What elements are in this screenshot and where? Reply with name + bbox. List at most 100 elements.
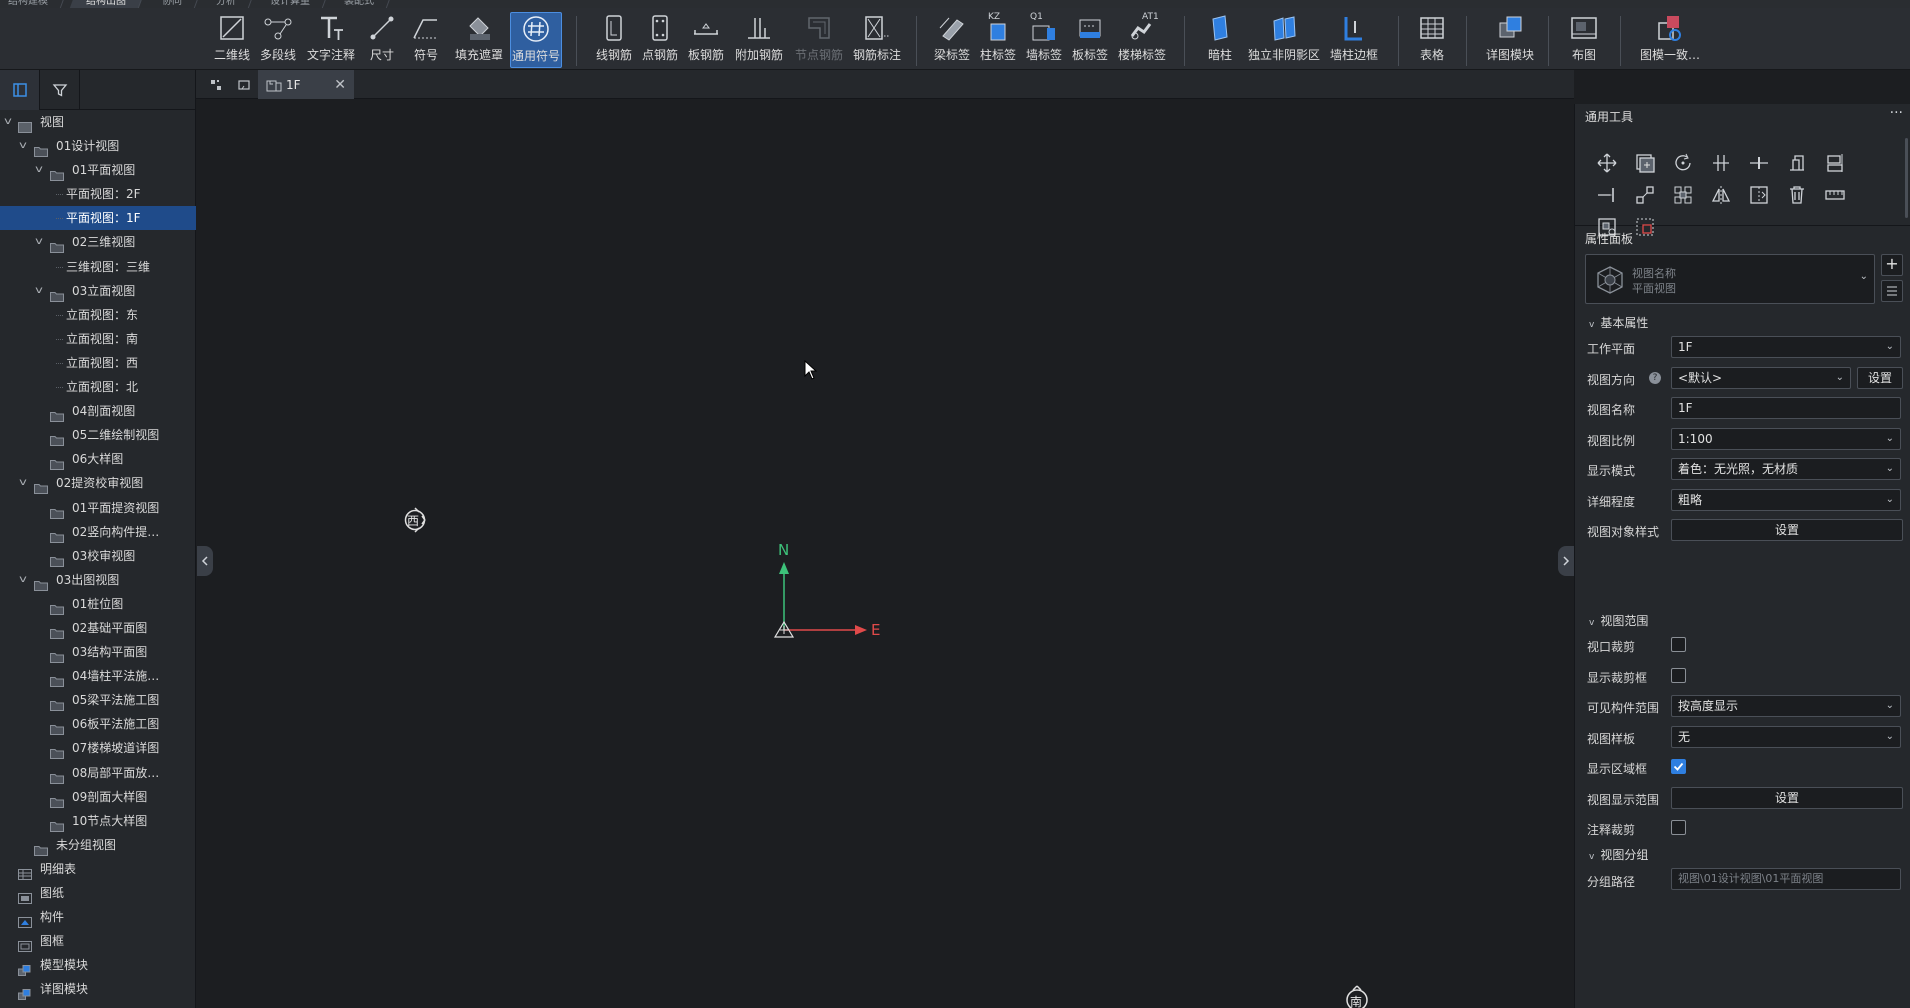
menu-tab-collaboration[interactable]: 协同 (145, 0, 200, 8)
help-icon[interactable]: ? (1649, 371, 1661, 384)
measure-tool-button[interactable] (1822, 182, 1848, 208)
additional-rebar-button[interactable]: 附加钢筋 (732, 12, 786, 68)
mirror-tool-button[interactable] (1708, 182, 1734, 208)
table-button[interactable]: 表格 (1410, 12, 1454, 68)
scale-tool-button[interactable] (1632, 182, 1658, 208)
prop-checkbox[interactable] (1671, 637, 1686, 652)
tree-item[interactable]: 立面视图：北 (0, 375, 196, 399)
wall-tag-button[interactable]: Q1 墙标签 (1022, 12, 1066, 68)
dimension-button[interactable]: 尺寸 (364, 12, 400, 68)
tree-item[interactable]: 09剖面大样图 (0, 785, 196, 809)
tree-item[interactable]: 07楼梯坡道详图 (0, 736, 196, 760)
menu-tab-design-quantity[interactable]: 设计算量 (253, 0, 328, 8)
prop-set-button[interactable]: 设置 (1671, 519, 1903, 541)
tree-item[interactable]: 三维视图：三维 (0, 255, 196, 279)
south-elevation-marker[interactable]: 南 (1341, 982, 1373, 1008)
tree-item[interactable]: 06板平法施工图 (0, 712, 196, 736)
tab-restore-button[interactable] (230, 70, 258, 99)
point-rebar-button[interactable]: 点钢筋 (640, 12, 680, 68)
mirror-copy-tool-button[interactable] (1746, 182, 1772, 208)
tree-item[interactable]: v 视图 (0, 110, 196, 134)
menu-tab-structure-drawing[interactable]: 结构出图 (69, 0, 144, 8)
node-rebar-button[interactable]: 节点钢筋 (792, 12, 846, 68)
tree-item[interactable]: 05二维绘制视图 (0, 423, 196, 447)
tree-item[interactable]: 未分组视图 (0, 833, 196, 857)
prop-select[interactable]: 粗略 ⌄ (1671, 488, 1901, 511)
trim-tool-button[interactable] (1822, 150, 1848, 176)
prop-checkbox[interactable] (1671, 667, 1686, 683)
tree-item[interactable]: 06大样图 (0, 447, 196, 471)
type-settings-button[interactable] (1881, 280, 1903, 302)
tree-item[interactable]: 04墙柱平法施… (0, 664, 196, 688)
left-panel-collapse-button[interactable] (197, 546, 213, 576)
tree-item[interactable]: v 02提资校审视图 (0, 471, 196, 495)
tools-scrollbar[interactable] (1905, 138, 1908, 218)
stair-tag-button[interactable]: AT1 楼梯标签 (1114, 12, 1170, 68)
west-elevation-marker[interactable]: 西 (402, 506, 430, 534)
slab-rebar-button[interactable]: 板钢筋 (686, 12, 726, 68)
tree-item[interactable]: 模型模块 (0, 953, 196, 977)
column-tag-button[interactable]: KZ 柱标签 (976, 12, 1020, 68)
tree-item[interactable]: 图纸 (0, 881, 196, 905)
view-type-selector[interactable]: 视图名称 平面视图 ⌄ (1585, 254, 1875, 304)
menu-tab-prefab[interactable]: 装配式 (327, 0, 392, 8)
basic-props-section-header[interactable]: v 基本属性 (1589, 314, 1648, 331)
prop-checkbox[interactable] (1671, 759, 1686, 774)
tree-item[interactable]: v 02三维视图 (0, 230, 196, 254)
chevron-down-icon[interactable]: v (35, 279, 43, 303)
prop-set-button[interactable]: 设置 (1857, 366, 1903, 389)
tree-item[interactable]: 04剖面视图 (0, 399, 196, 423)
chevron-down-icon[interactable]: v (19, 568, 27, 592)
drawing-canvas[interactable]: 西 南 N E (197, 100, 1574, 1008)
prop-checkbox[interactable] (1671, 820, 1686, 835)
prop-text-field[interactable]: 1F (1671, 397, 1901, 419)
right-panel-collapse-button[interactable] (1558, 546, 1574, 576)
menu-tab-analysis[interactable]: 分析 (199, 0, 254, 8)
filter-button[interactable] (40, 70, 80, 110)
wall-column-border-button[interactable]: 墙柱边框 (1326, 12, 1382, 68)
image-model-consistency-button[interactable]: 图模一致… (1634, 12, 1706, 68)
prop-select[interactable]: 无 ⌄ (1671, 725, 1901, 748)
extend-tool-button[interactable] (1594, 182, 1620, 208)
tree-item[interactable]: 10节点大样图 (0, 809, 196, 833)
tree-item[interactable]: 立面视图：东 (0, 303, 196, 327)
hidden-column-button[interactable]: 暗柱 (1200, 12, 1240, 68)
prop-select[interactable]: 1:100 ⌄ (1671, 427, 1901, 450)
offset-tool-button[interactable] (1708, 150, 1734, 176)
chevron-down-icon[interactable]: v (4, 110, 12, 134)
polyline-button[interactable]: 多段线 (258, 12, 298, 68)
tree-item[interactable]: 构件 (0, 905, 196, 929)
align-tool-button[interactable] (1784, 150, 1810, 176)
more-icon[interactable]: ··· (1890, 102, 1903, 124)
tree-item[interactable]: 图框 (0, 929, 196, 953)
tree-item[interactable]: v 03立面视图 (0, 279, 196, 303)
prop-select[interactable]: 按高度显示 ⌄ (1671, 695, 1901, 717)
tree-item[interactable]: v 03出图视图 (0, 568, 196, 592)
chevron-down-icon[interactable]: v (19, 471, 27, 495)
chevron-down-icon[interactable]: v (19, 134, 27, 158)
chevron-down-icon[interactable]: v (35, 158, 43, 182)
delete-tool-button[interactable] (1784, 182, 1810, 208)
prop-select[interactable]: <默认> ⌄ (1671, 366, 1851, 389)
tree-item[interactable]: v 01平面视图 (0, 158, 196, 182)
2d-line-button[interactable]: 二维线 (212, 12, 252, 68)
view-group-section-header[interactable]: v 视图分组 (1589, 846, 1648, 863)
tab-list-button[interactable] (202, 70, 230, 99)
tree-item[interactable]: 02竖向构件提… (0, 520, 196, 544)
non-shadow-area-button[interactable]: 独立非阴影区 (1246, 12, 1322, 68)
project-tree-tab[interactable] (0, 70, 40, 110)
beam-tag-button[interactable]: 梁标签 (930, 12, 974, 68)
menu-tab-structure-model[interactable]: 结构建模 (0, 0, 66, 8)
prop-select[interactable]: 着色：无光照，无材质 ⌄ (1671, 458, 1901, 480)
text-annotation-button[interactable]: 文字注释 (304, 12, 358, 68)
rebar-annotation-button[interactable]: 钢筋标注 (850, 12, 904, 68)
move-tool-button[interactable] (1594, 150, 1620, 176)
tree-item[interactable]: 明细表 (0, 857, 196, 881)
tree-item[interactable]: 立面视图：西 (0, 351, 196, 375)
layout-button[interactable]: 布图 (1564, 12, 1604, 68)
prop-set-button[interactable]: 设置 (1671, 786, 1903, 809)
symbol-button[interactable]: 符号 (406, 12, 446, 68)
tree-item[interactable]: 02基础平面图 (0, 616, 196, 640)
prop-select[interactable]: 1F ⌄ (1671, 336, 1901, 358)
tab-1f[interactable]: 1F ✕ (258, 70, 354, 99)
